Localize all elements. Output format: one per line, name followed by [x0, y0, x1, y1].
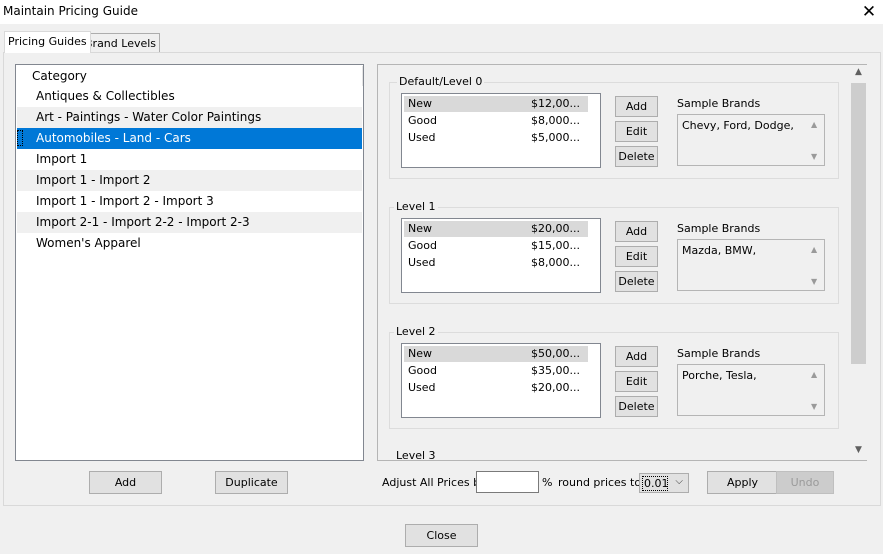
chevron-down-icon: ⌵: [675, 476, 683, 487]
tab-pricing-guides[interactable]: Pricing Guides: [4, 31, 91, 53]
duplicate-category-button[interactable]: Duplicate: [215, 471, 288, 494]
scrollbar-thumb[interactable]: [851, 83, 866, 364]
sample-brands-box: Chevy, Ford, Dodge,: [677, 114, 825, 166]
percent-label: %: [542, 476, 553, 489]
delete-price-button[interactable]: Delete: [615, 396, 658, 417]
edit-price-button[interactable]: Edit: [615, 371, 658, 392]
category-item[interactable]: Antiques & Collectibles: [17, 86, 362, 107]
level-title: Level 3: [394, 449, 438, 460]
category-item[interactable]: Import 2-1 - Import 2-2 - Import 2-3: [17, 212, 362, 233]
sample-brands-box: Mazda, BMW,: [677, 239, 825, 291]
delete-price-button[interactable]: Delete: [615, 271, 658, 292]
price-row[interactable]: Good $8,000...: [404, 113, 588, 129]
level-title: Default/Level 0: [397, 75, 485, 88]
price-row[interactable]: Used $20,00...: [404, 380, 588, 396]
price-row[interactable]: New $12,00...: [404, 96, 588, 112]
tab-brand-levels[interactable]: Brand Levels: [81, 33, 161, 52]
sample-brands-label: Sample Brands: [677, 347, 761, 360]
round-prices-value: 0.01: [642, 476, 669, 491]
sample-brands-label: Sample Brands: [677, 222, 761, 235]
edit-price-button[interactable]: Edit: [615, 121, 658, 142]
category-item[interactable]: Import 1: [17, 149, 362, 170]
chevron-down-icon: ▼: [811, 402, 818, 411]
category-item[interactable]: Import 1 - Import 2 - Import 3: [17, 191, 362, 212]
focus-indicator: [17, 130, 23, 146]
price-row[interactable]: Used $8,000...: [404, 255, 588, 271]
category-item-selected[interactable]: Automobiles - Land - Cars: [17, 128, 362, 149]
apply-button[interactable]: Apply: [707, 471, 778, 494]
category-item[interactable]: Women's Apparel: [17, 233, 362, 254]
delete-price-button[interactable]: Delete: [615, 146, 658, 167]
level-title: Level 1: [394, 200, 438, 213]
chevron-down-icon: ▼: [811, 277, 818, 286]
undo-button[interactable]: Undo: [776, 471, 834, 494]
price-row[interactable]: Good $35,00...: [404, 363, 588, 379]
chevron-down-icon: ▼: [811, 152, 818, 161]
close-window-icon[interactable]: ✕: [858, 2, 880, 22]
adjust-percent-input[interactable]: [476, 471, 539, 493]
price-row[interactable]: Good $15,00...: [404, 238, 588, 254]
add-category-button[interactable]: Add: [89, 471, 162, 494]
sample-brands-label: Sample Brands: [677, 97, 761, 110]
chevron-up-icon: ▲: [811, 370, 818, 379]
price-row[interactable]: Used $5,000...: [404, 130, 588, 146]
sample-brands-box: Porche, Tesla,: [677, 364, 825, 416]
chevron-down-icon[interactable]: ▼: [850, 445, 867, 455]
edit-price-button[interactable]: Edit: [615, 246, 658, 267]
chevron-up-icon: ▲: [811, 245, 818, 254]
price-row[interactable]: New $50,00...: [404, 346, 588, 362]
category-item[interactable]: Art - Paintings - Water Color Paintings: [17, 107, 362, 128]
level-3-clip: Level 3: [378, 448, 849, 460]
chevron-up-icon[interactable]: ▲: [850, 67, 867, 77]
add-price-button[interactable]: Add: [615, 96, 658, 117]
add-price-button[interactable]: Add: [615, 346, 658, 367]
chevron-up-icon: ▲: [811, 120, 818, 129]
add-price-button[interactable]: Add: [615, 221, 658, 242]
window-title: Maintain Pricing Guide: [3, 4, 138, 18]
price-row[interactable]: New $20,00...: [404, 221, 588, 237]
round-prices-label: round prices to: [558, 476, 642, 489]
category-item[interactable]: Import 1 - Import 2: [17, 170, 362, 191]
level-title: Level 2: [394, 325, 438, 338]
category-header-label: Category: [32, 69, 87, 83]
round-prices-select[interactable]: 0.01 ⌵: [639, 473, 689, 493]
column-divider: [362, 66, 363, 86]
adjust-prices-label: Adjust All Prices by: [382, 476, 487, 489]
close-button[interactable]: Close: [405, 524, 478, 547]
